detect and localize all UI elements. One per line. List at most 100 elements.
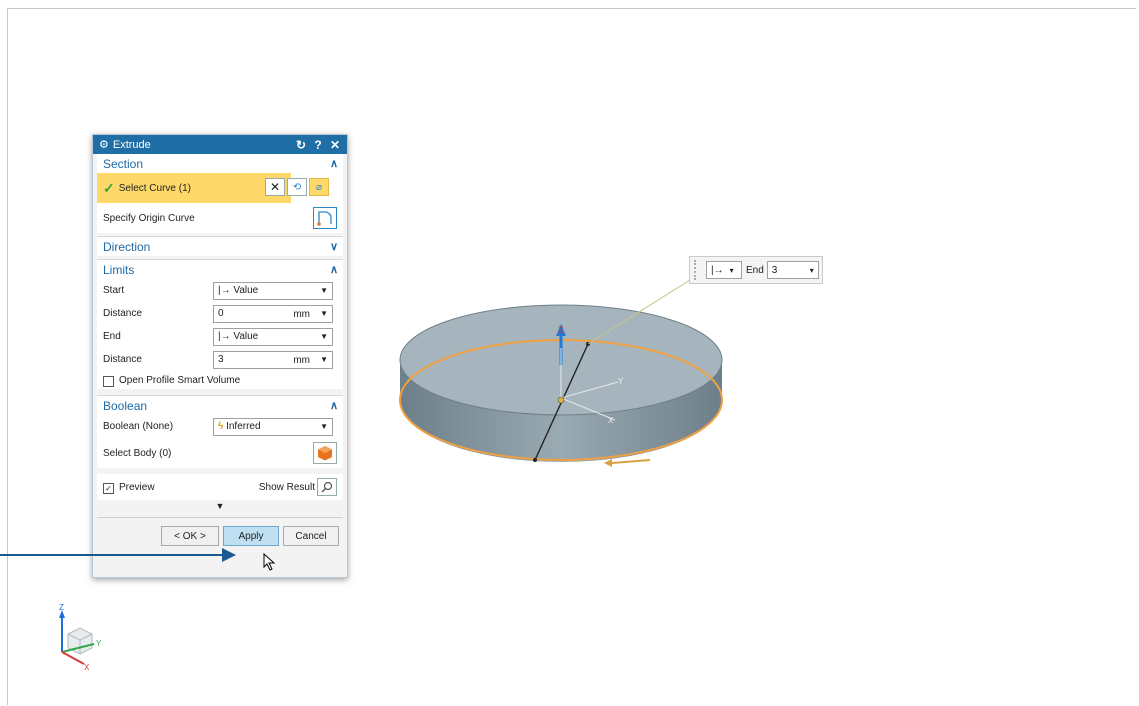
end-distance-unit: mm <box>293 354 310 366</box>
origin-curve-label: Specify Origin Curve <box>103 212 195 224</box>
cube-icon <box>318 446 332 461</box>
show-result-button[interactable] <box>317 478 337 496</box>
help-icon[interactable]: ? <box>311 138 325 152</box>
x-axis-label: X <box>608 416 614 425</box>
end-value-text: 3 <box>771 264 778 276</box>
z-axis-label: Z <box>558 325 564 335</box>
boolean-dropdown[interactable]: ϟ Inferred ▼ <box>213 417 333 436</box>
ok-button[interactable]: < OK > <box>161 526 219 546</box>
start-distance-row: Distance 0 mm ▼ <box>97 302 343 325</box>
chevron-up-icon: ∧ <box>329 400 338 412</box>
y-axis-label: Y <box>618 377 624 386</box>
cancel-button[interactable]: Cancel <box>283 526 339 546</box>
viewport-model: Z Y X <box>399 279 723 467</box>
select-body-row: Select Body (0) <box>97 438 343 468</box>
origin-curve-icon[interactable] <box>313 207 337 229</box>
select-curve-row: ✓ Select Curve (1) ✕ ⟲ ⌀ <box>97 173 343 203</box>
start-value: Value <box>233 285 259 296</box>
sketch-section-icon[interactable]: ⌀ <box>309 178 329 196</box>
chevron-up-icon: ∧ <box>329 264 338 276</box>
start-row: Start |→ Value ▼ <box>97 279 343 302</box>
chevron-down-icon: ▼ <box>320 285 328 295</box>
preview-group: ✓ Preview Show Result <box>97 474 343 500</box>
boolean-header[interactable]: Boolean ∧ <box>97 395 343 415</box>
dialog-buttons: < OK > Apply Cancel <box>93 518 347 546</box>
chevron-up-icon: ∧ <box>329 158 338 170</box>
limits-title: Limits <box>103 262 135 277</box>
origin-curve-row: Specify Origin Curve <box>97 203 343 233</box>
boolean-value: Inferred <box>226 421 261 432</box>
mouse-cursor-icon <box>263 553 276 571</box>
preview-checkbox[interactable]: ✓ <box>103 482 114 494</box>
chevron-down-icon: ▾ <box>729 265 734 275</box>
triad-y-label: Y <box>96 639 102 648</box>
chevron-down-icon: ∨ <box>329 241 338 253</box>
select-body-label: Select Body (0) <box>103 447 172 459</box>
end-row: End |→ Value ▼ <box>97 325 343 348</box>
boolean-row: Boolean (None) ϟ Inferred ▼ <box>97 415 343 438</box>
start-label: Start <box>103 285 125 296</box>
boolean-group: Boolean ∧ Boolean (None) ϟ Inferred ▼ Se… <box>97 395 343 468</box>
end-distance-value: 3 <box>218 354 224 365</box>
gear-icon: ⚙ <box>99 139 109 151</box>
reset-icon[interactable]: ↻ <box>294 138 308 152</box>
limits-header[interactable]: Limits ∧ <box>97 259 343 279</box>
start-distance-value: 0 <box>218 308 224 319</box>
from-arrow-icon: |→ <box>218 331 234 342</box>
select-curve-label: Select Curve (1) <box>118 182 191 194</box>
magnifier-icon <box>321 481 333 493</box>
end-distance-input[interactable]: 3 mm ▼ <box>213 350 333 369</box>
chevron-down-icon: ▼ <box>320 354 328 364</box>
from-arrow-icon: |→ <box>711 264 724 276</box>
end-limit-mini-toolbar: |→ ▾ End 3 ▾ <box>689 256 823 284</box>
start-type-dropdown[interactable]: |→ Value ▼ <box>213 281 333 300</box>
section-group: Section ∧ ✓ Select Curve (1) ✕ ⟲ ⌀ Speci… <box>97 154 343 233</box>
direction-header[interactable]: Direction ∨ <box>97 236 343 256</box>
end-distance-row: Distance 3 mm ▼ <box>97 348 343 371</box>
curve-rule-icon[interactable]: ⟲ <box>287 178 307 196</box>
chevron-down-icon: ▼ <box>320 308 328 318</box>
dialog-title: Extrude <box>112 138 151 151</box>
origin-point <box>557 396 565 404</box>
preview-row: ✓ Preview Show Result <box>97 474 343 500</box>
end-value: Value <box>233 331 259 342</box>
chevron-down-icon: ▼ <box>320 331 328 341</box>
boolean-title: Boolean <box>103 398 148 413</box>
start-distance-unit: mm <box>293 308 310 320</box>
end-distance-label: Distance <box>103 354 142 365</box>
open-profile-row[interactable]: Open Profile Smart Volume <box>97 371 343 389</box>
drag-grip[interactable] <box>694 260 702 280</box>
direction-group: Direction ∨ <box>97 236 343 256</box>
boolean-label: Boolean (None) <box>103 421 174 432</box>
start-distance-input[interactable]: 0 mm ▼ <box>213 304 333 323</box>
preview-toggle[interactable]: ✓ Preview <box>103 482 155 494</box>
more-options-icon[interactable]: ▼ <box>93 501 347 513</box>
callout-arrow <box>0 548 236 562</box>
select-curve-selector[interactable]: ✓ Select Curve (1) <box>97 173 291 203</box>
open-profile-checkbox[interactable] <box>103 375 114 387</box>
limits-group: Limits ∧ Start |→ Value ▼ Distance 0 mm … <box>97 259 343 389</box>
direction-title: Direction <box>103 239 151 254</box>
start-distance-label: Distance <box>103 308 142 319</box>
solid-body-icon[interactable] <box>313 442 337 464</box>
check-icon: ✓ <box>103 179 115 196</box>
end-type-dropdown[interactable]: |→ ▾ <box>706 261 742 279</box>
deselect-icon[interactable]: ✕ <box>265 178 285 196</box>
show-result-label: Show Result <box>258 481 315 493</box>
triad-z-label: Z <box>59 604 64 612</box>
extrude-dialog: ⚙ Extrude ↻ ? ✕ Section ∧ ✓ Select Curve… <box>92 134 348 578</box>
end-value-input[interactable]: 3 ▾ <box>766 261 819 279</box>
chevron-down-icon: ▼ <box>320 421 328 431</box>
curve-icon <box>317 211 332 226</box>
apply-button[interactable]: Apply <box>223 526 279 546</box>
lightning-icon: ϟ <box>218 421 227 432</box>
view-triad: Z Y X <box>59 604 102 672</box>
from-arrow-icon: |→ <box>218 285 234 296</box>
open-profile-label: Open Profile Smart Volume <box>119 374 241 386</box>
triad-x-label: X <box>84 663 90 672</box>
end-label: End <box>746 264 764 276</box>
end-type-dropdown[interactable]: |→ Value ▼ <box>213 327 333 346</box>
section-title: Section <box>103 156 144 171</box>
close-icon[interactable]: ✕ <box>328 138 342 152</box>
section-header[interactable]: Section ∧ <box>97 154 343 173</box>
